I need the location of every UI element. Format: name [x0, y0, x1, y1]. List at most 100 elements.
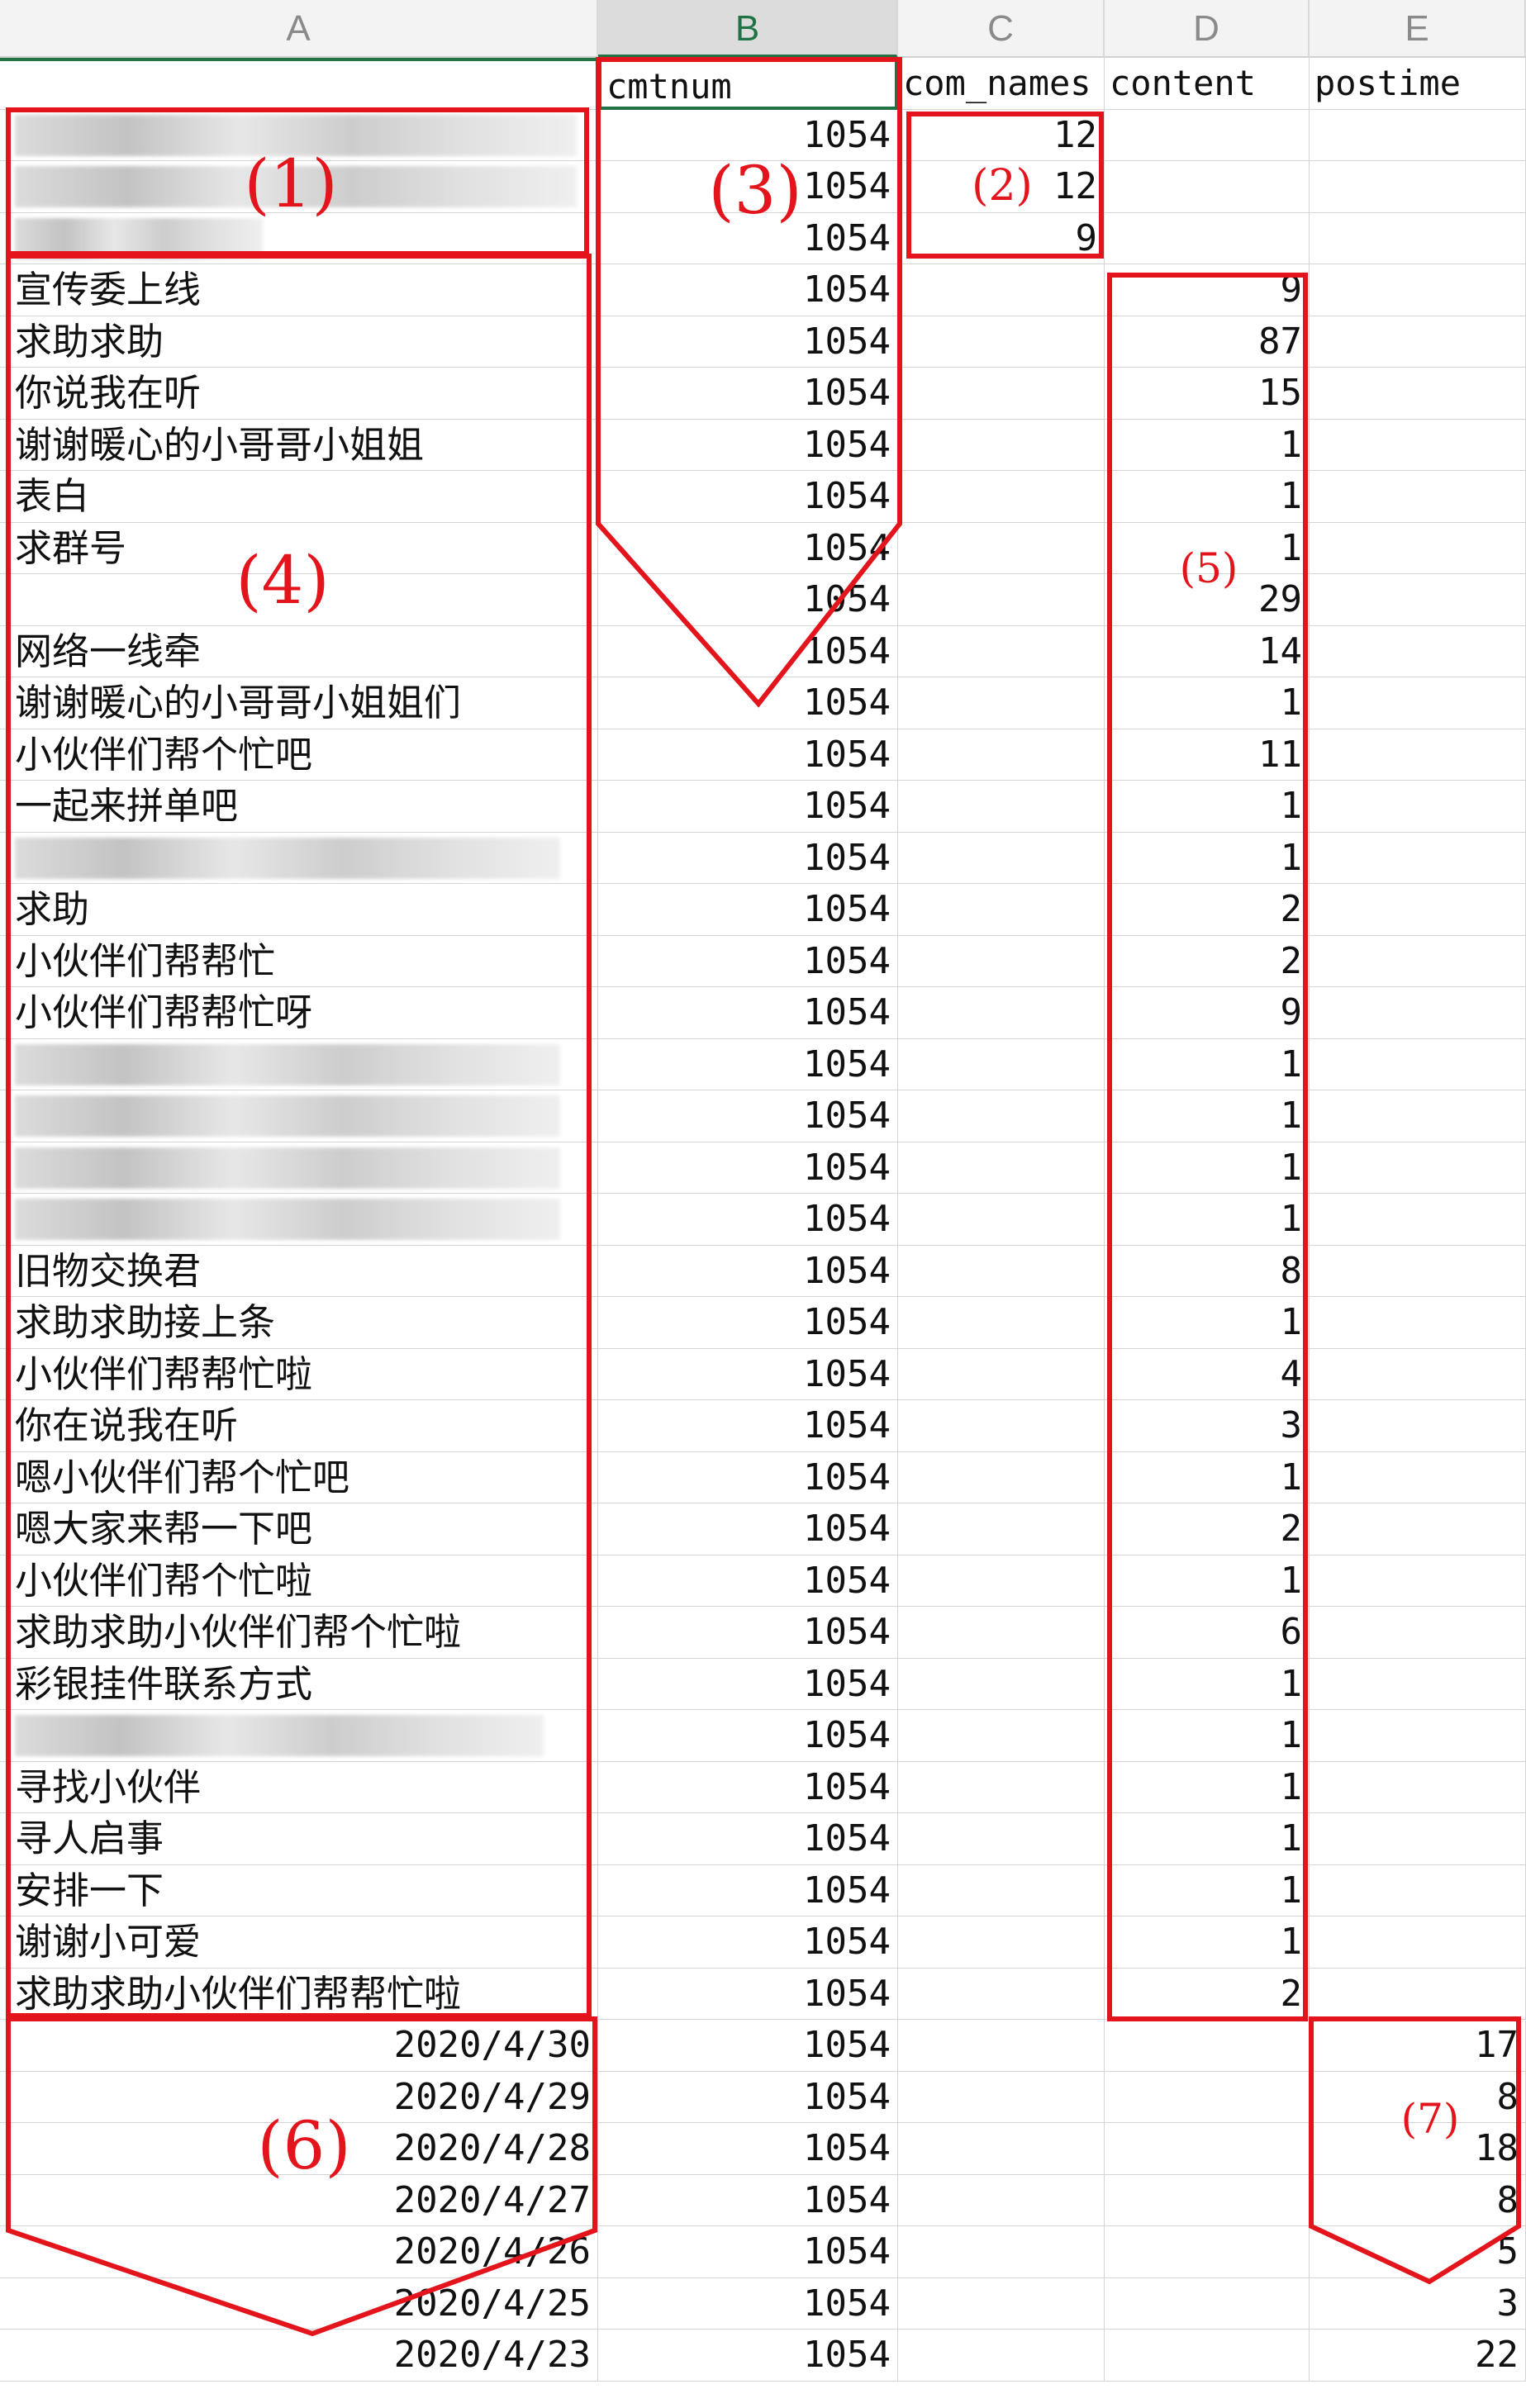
cell-c[interactable]	[898, 987, 1105, 1039]
cell-b[interactable]: 1054	[598, 935, 898, 987]
cell-e[interactable]	[1310, 1451, 1526, 1503]
cell-a[interactable]: 小伙伴们帮个忙吧	[0, 729, 598, 781]
cell-e[interactable]: 8	[1310, 2071, 1526, 2123]
cell-c[interactable]	[898, 1245, 1105, 1297]
cell-d[interactable]: 8	[1105, 1245, 1310, 1297]
cell-e[interactable]	[1310, 316, 1526, 368]
cell-b[interactable]: 1054	[598, 1761, 898, 1813]
cell-e[interactable]	[1310, 781, 1526, 833]
cell-d[interactable]: 1	[1105, 1710, 1310, 1762]
cell-e[interactable]	[1310, 1400, 1526, 1452]
cell-d[interactable]: 2	[1105, 1968, 1310, 2020]
cell-b[interactable]: 1054	[598, 1968, 898, 2020]
column-header-c[interactable]: C	[898, 0, 1105, 58]
cell-a[interactable]	[0, 832, 598, 884]
cell-c[interactable]	[898, 1710, 1105, 1762]
cell-d[interactable]: 2	[1105, 1503, 1310, 1555]
cell-a[interactable]	[0, 109, 598, 161]
cell-a[interactable]: 求助	[0, 884, 598, 936]
cell-b[interactable]: 1054	[598, 832, 898, 884]
cell-a[interactable]: 求助求助小伙伴们帮帮忙啦	[0, 1968, 598, 2020]
cell-a[interactable]: 2020/4/28	[0, 2123, 598, 2175]
cell-field-com-names[interactable]: com_names	[898, 58, 1105, 110]
cell-c[interactable]	[898, 1090, 1105, 1142]
cell-a[interactable]: 2020/4/25	[0, 2277, 598, 2330]
cell-e[interactable]	[1310, 1503, 1526, 1555]
cell-d[interactable]: 1	[1105, 1555, 1310, 1607]
cell-b[interactable]: 1054	[598, 1813, 898, 1865]
cell-d[interactable]	[1105, 2020, 1310, 2072]
cell-a[interactable]: 一起来拼单吧	[0, 781, 598, 833]
cell-d[interactable]: 29	[1105, 574, 1310, 626]
cell-d[interactable]: 1	[1105, 1451, 1310, 1503]
cell-c[interactable]: 12	[898, 109, 1105, 161]
cell-d[interactable]	[1105, 2277, 1310, 2330]
cell-c[interactable]	[898, 2020, 1105, 2072]
cell-e[interactable]	[1310, 212, 1526, 264]
cell-c[interactable]	[898, 2071, 1105, 2123]
cell-c[interactable]	[898, 574, 1105, 626]
cell-b[interactable]: 1054	[598, 1710, 898, 1762]
cell-d[interactable]: 2	[1105, 884, 1310, 936]
cell-b[interactable]: 1054	[598, 1503, 898, 1555]
cell-b[interactable]: 1054	[598, 1194, 898, 1246]
cell-c[interactable]	[898, 1038, 1105, 1090]
cell-d[interactable]: 1	[1105, 1038, 1310, 1090]
cell-c[interactable]	[898, 729, 1105, 781]
cell-a[interactable]	[0, 1142, 598, 1194]
cell-a[interactable]: 小伙伴们帮帮忙呀	[0, 987, 598, 1039]
cell-c[interactable]	[898, 1761, 1105, 1813]
cell-b[interactable]: 1054	[598, 316, 898, 368]
cell-b[interactable]: 1054	[598, 212, 898, 264]
cell-b[interactable]: 1054	[598, 1555, 898, 1607]
cell-b[interactable]: 1054	[598, 1607, 898, 1659]
cell-a[interactable]: 2020/4/23	[0, 2330, 598, 2382]
cell-c[interactable]	[898, 1607, 1105, 1659]
cell-e[interactable]	[1310, 1090, 1526, 1142]
cell-b[interactable]: 1054	[598, 677, 898, 729]
cell-b[interactable]: 1054	[598, 1348, 898, 1400]
cell-b[interactable]: 1054	[598, 2123, 898, 2175]
cell-c[interactable]	[898, 1142, 1105, 1194]
cell-c[interactable]	[898, 264, 1105, 316]
cell-e[interactable]	[1310, 471, 1526, 523]
cell-d[interactable]: 1	[1105, 1916, 1310, 1969]
cell-a[interactable]: 谢谢暖心的小哥哥小姐姐们	[0, 677, 598, 729]
column-header-a[interactable]: A	[0, 0, 598, 58]
cell-d[interactable]: 9	[1105, 264, 1310, 316]
cell-a[interactable]: 小伙伴们帮帮忙啦	[0, 1348, 598, 1400]
cell-a[interactable]: 嗯大家来帮一下吧	[0, 1503, 598, 1555]
cell-e[interactable]	[1310, 1607, 1526, 1659]
cell-e[interactable]	[1310, 368, 1526, 420]
cell-b[interactable]: 1054	[598, 264, 898, 316]
cell-d[interactable]	[1105, 109, 1310, 161]
cell-c[interactable]	[898, 781, 1105, 833]
cell-c[interactable]	[898, 1916, 1105, 1969]
cell-d[interactable]: 1	[1105, 1813, 1310, 1865]
cell-e[interactable]	[1310, 1297, 1526, 1349]
cell-b[interactable]: 1054	[598, 522, 898, 574]
cell-c[interactable]	[898, 368, 1105, 420]
cell-d[interactable]: 1	[1105, 1142, 1310, 1194]
cell-a[interactable]: 寻人启事	[0, 1813, 598, 1865]
cell-e[interactable]	[1310, 419, 1526, 471]
cell-c[interactable]	[898, 1348, 1105, 1400]
cell-d[interactable]: 6	[1105, 1607, 1310, 1659]
cell-d[interactable]: 11	[1105, 729, 1310, 781]
cell-a[interactable]: 求助求助接上条	[0, 1297, 598, 1349]
cell-a[interactable]: 小伙伴们帮帮忙	[0, 935, 598, 987]
cell-b[interactable]: 1054	[598, 1916, 898, 1969]
cell-b[interactable]: 1054	[598, 2226, 898, 2278]
cell-e[interactable]	[1310, 522, 1526, 574]
cell-e[interactable]	[1310, 264, 1526, 316]
cell-e[interactable]	[1310, 1710, 1526, 1762]
cell-d[interactable]: 14	[1105, 625, 1310, 677]
cell-d[interactable]: 1	[1105, 1761, 1310, 1813]
cell-a[interactable]: 表白	[0, 471, 598, 523]
cell-e[interactable]	[1310, 1038, 1526, 1090]
cell-c[interactable]	[898, 1968, 1105, 2020]
cell-b[interactable]: 1054	[598, 781, 898, 833]
cell-c[interactable]	[898, 2123, 1105, 2175]
cell-c[interactable]	[898, 1658, 1105, 1710]
cell-d[interactable]	[1105, 2071, 1310, 2123]
